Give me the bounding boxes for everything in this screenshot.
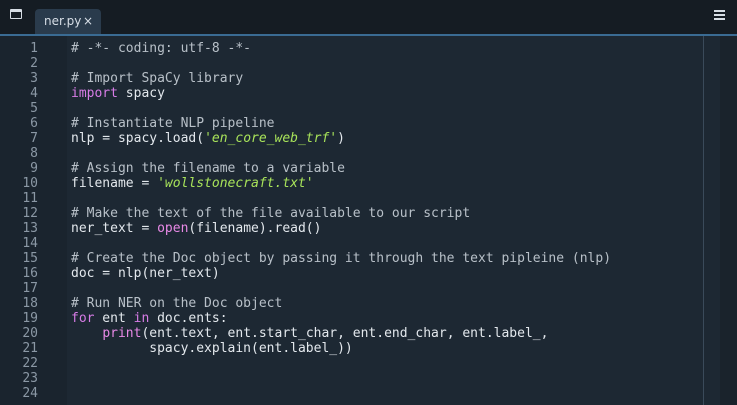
code-line-16: doc = nlp(ner_text) xyxy=(71,266,220,281)
vertical-scrollbar[interactable] xyxy=(720,36,737,405)
line-number: 5 xyxy=(30,101,38,116)
code-line-20: print(ent.text, ent.start_char, ent.end_… xyxy=(102,326,549,341)
line-number: 16 xyxy=(22,266,38,281)
close-icon[interactable]: × xyxy=(83,9,93,33)
code-line-7: nlp = spacy.load('en_core_web_trf') xyxy=(71,131,345,146)
line-number: 14 xyxy=(22,236,38,251)
line-number: 12 xyxy=(22,206,38,221)
column-ruler xyxy=(703,36,704,405)
line-number: 11 xyxy=(22,191,38,206)
line-number: 7 xyxy=(30,131,38,146)
code-line-18: # Run NER on the Doc object xyxy=(71,296,283,311)
tab-ner-py[interactable]: ner.py × xyxy=(35,9,101,34)
line-number: 20 xyxy=(22,326,38,341)
code-line-13: ner_text = open(filename).read() xyxy=(71,221,322,236)
hamburger-menu-icon[interactable] xyxy=(714,10,725,20)
line-number: 9 xyxy=(30,161,38,176)
line-number: 19 xyxy=(22,311,38,326)
line-number: 22 xyxy=(22,356,38,371)
tab-label: ner.py xyxy=(44,14,82,28)
code-line-1: # -*- coding: utf-8 -*- xyxy=(71,41,252,56)
window-icon[interactable] xyxy=(10,9,22,19)
code-line-4: import spacy xyxy=(71,86,165,101)
line-number: 3 xyxy=(30,71,38,86)
code-line-12: # Make the text of the file available to… xyxy=(71,206,471,221)
line-number: 23 xyxy=(22,371,38,386)
title-bar: ner.py × xyxy=(0,0,737,34)
line-number: 13 xyxy=(22,221,38,236)
code-line-19: for ent in doc.ents: xyxy=(71,311,228,326)
line-number: 17 xyxy=(22,281,38,296)
line-number: 6 xyxy=(30,116,38,131)
code-line-9: # Assign the filename to a variable xyxy=(71,161,345,176)
line-number: 2 xyxy=(30,56,38,71)
code-line-6: # Instantiate NLP pipeline xyxy=(71,116,275,131)
line-number: 15 xyxy=(22,251,38,266)
line-number: 10 xyxy=(22,176,38,191)
line-number: 8 xyxy=(30,146,38,161)
code-line-21: spacy.explain(ent.label_)) xyxy=(71,341,353,356)
line-number: 21 xyxy=(22,341,38,356)
line-number: 4 xyxy=(30,86,38,101)
line-number: 1 xyxy=(30,41,38,56)
code-line-3: # Import SpaCy library xyxy=(71,71,244,86)
code-line-10: filename = 'wollstonecraft.txt' xyxy=(71,176,314,191)
line-number: 24 xyxy=(22,386,38,401)
code-line-15: # Create the Doc object by passing it th… xyxy=(71,251,612,266)
line-number: 18 xyxy=(22,296,38,311)
